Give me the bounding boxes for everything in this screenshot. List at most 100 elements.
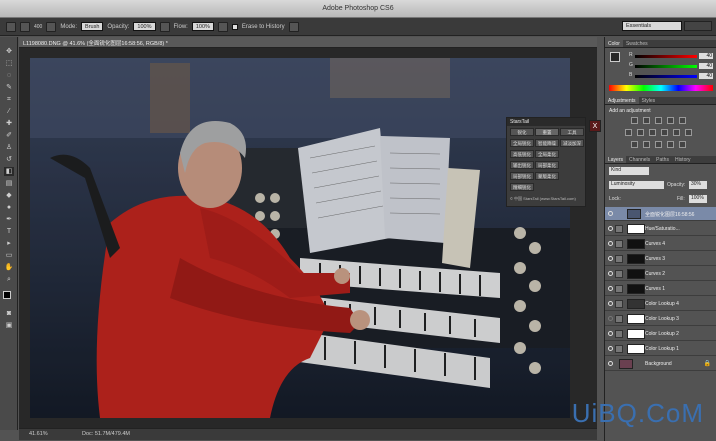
layer-row[interactable]: Curves 1	[605, 282, 716, 296]
r-value[interactable]: 40	[699, 53, 713, 59]
eye-icon[interactable]	[608, 211, 613, 216]
posterize-icon[interactable]	[643, 141, 650, 148]
eye-icon[interactable]	[608, 301, 613, 306]
type-tool-icon[interactable]: T	[4, 227, 14, 236]
starstail-btn-6[interactable]: 减淡加深	[560, 139, 584, 147]
quick-select-tool-icon[interactable]: ✎	[4, 83, 14, 92]
erase-to-history-checkbox[interactable]	[231, 23, 238, 30]
brush-panel-icon[interactable]	[46, 21, 57, 32]
gradient-tool-icon[interactable]: ▤	[4, 179, 14, 188]
gradient-map-icon[interactable]	[667, 141, 674, 148]
workspace-extra[interactable]	[684, 21, 712, 31]
fg-color-swatch[interactable]	[610, 52, 620, 62]
starstail-btn-9[interactable]: 输出锐化	[510, 161, 534, 169]
fill-input[interactable]: 100%	[689, 195, 707, 203]
starstail-btn-13[interactable]: 精细锐化	[510, 183, 534, 191]
opacity-input[interactable]: 100%	[133, 22, 156, 31]
starstail-btn-4[interactable]: 全局锐化	[510, 139, 534, 147]
eye-icon[interactable]	[608, 256, 613, 261]
hue-sat-icon[interactable]	[625, 129, 632, 136]
layer-row[interactable]: Hue/Saturatio...	[605, 222, 716, 236]
channel-mixer-icon[interactable]	[673, 129, 680, 136]
selective-color-icon[interactable]	[679, 141, 686, 148]
starstail-btn-7[interactable]: 高低锐化	[510, 150, 534, 158]
layer-row[interactable]: Color Lookup 4	[605, 297, 716, 311]
quick-mask-icon[interactable]: ◙	[4, 309, 14, 318]
pen-tool-icon[interactable]: ✒	[4, 215, 14, 224]
document-tab[interactable]: L1198080.DNG @ 41.6% (全面锐化图层16:58:56, RG…	[19, 37, 597, 48]
starstail-btn-1[interactable]: 锐化	[510, 128, 534, 136]
g-slider[interactable]	[635, 65, 697, 68]
layer-row[interactable]: Color Lookup 3	[605, 312, 716, 326]
tab-history[interactable]: History	[672, 156, 694, 163]
foreground-color-swatch[interactable]	[3, 291, 11, 299]
doc-size[interactable]: Doc: 51.7M/479.4M	[82, 431, 130, 437]
r-slider[interactable]	[635, 55, 697, 58]
screen-mode-icon[interactable]: ▣	[4, 321, 14, 330]
starstail-btn-2[interactable]: 重置	[535, 128, 559, 136]
color-spectrum[interactable]	[609, 85, 713, 91]
kind-filter[interactable]: Kind	[609, 167, 649, 175]
black-white-icon[interactable]	[649, 129, 656, 136]
eraser-tool-icon[interactable]: ◧	[4, 167, 14, 176]
hand-tool-icon[interactable]: ✋	[4, 263, 14, 272]
eye-icon[interactable]	[608, 271, 613, 276]
layer-opacity-input[interactable]: 30%	[689, 181, 707, 189]
history-brush-tool-icon[interactable]: ↺	[4, 155, 14, 164]
invert-icon[interactable]	[631, 141, 638, 148]
tab-adjustments[interactable]: Adjustments	[605, 97, 639, 104]
zoom-tool-icon[interactable]: ⌕	[4, 275, 14, 284]
blur-tool-icon[interactable]: ◆	[4, 191, 14, 200]
tab-paths[interactable]: Paths	[653, 156, 672, 163]
eye-icon[interactable]	[608, 346, 613, 351]
starstail-btn-8[interactable]: 全局柔化	[535, 150, 559, 158]
dodge-tool-icon[interactable]: ●	[4, 203, 14, 212]
layer-row[interactable]: 全面锐化图层16:58:56	[605, 207, 716, 221]
curves-icon[interactable]	[655, 117, 662, 124]
photo-filter-icon[interactable]	[661, 129, 668, 136]
path-select-tool-icon[interactable]: ▸	[4, 239, 14, 248]
eye-icon[interactable]	[608, 286, 613, 291]
color-lookup-icon[interactable]	[685, 129, 692, 136]
layer-row[interactable]: Curves 3	[605, 252, 716, 266]
layer-row[interactable]: Curves 4	[605, 237, 716, 251]
b-value[interactable]: 40	[699, 73, 713, 79]
eye-icon[interactable]	[608, 316, 613, 321]
brush-tool-icon[interactable]: ✐	[4, 131, 14, 140]
starstail-btn-5[interactable]: 智能降噪	[535, 139, 559, 147]
blend-mode-select[interactable]: Luminosity	[609, 181, 664, 189]
layer-row[interactable]: Background 🔒	[605, 357, 716, 371]
eye-icon[interactable]	[608, 241, 613, 246]
eye-icon[interactable]	[608, 226, 613, 231]
eye-icon[interactable]	[608, 331, 613, 336]
eyedropper-tool-icon[interactable]: ⁄	[4, 107, 14, 116]
lasso-tool-icon[interactable]: ◌	[4, 71, 14, 80]
zoom-level[interactable]: 41.61%	[29, 431, 48, 437]
layer-row[interactable]: Color Lookup 2	[605, 327, 716, 341]
shape-tool-icon[interactable]: ▭	[4, 251, 14, 260]
photo-canvas[interactable]	[30, 58, 570, 418]
starstail-btn-12[interactable]: 蒙版柔化	[535, 172, 559, 180]
tab-swatches[interactable]: Swatches	[623, 40, 651, 47]
stamp-tool-icon[interactable]: ♙	[4, 143, 14, 152]
eye-icon[interactable]	[608, 361, 613, 366]
healing-tool-icon[interactable]: ✚	[4, 119, 14, 128]
pressure-opacity-icon[interactable]	[159, 21, 170, 32]
move-tool-icon[interactable]: ✥	[4, 47, 14, 56]
tab-styles[interactable]: Styles	[639, 97, 659, 104]
color-balance-icon[interactable]	[637, 129, 644, 136]
brightness-icon[interactable]	[631, 117, 638, 124]
close-panel-icon[interactable]: X	[589, 120, 601, 132]
flow-input[interactable]: 100%	[191, 22, 214, 31]
g-value[interactable]: 40	[699, 63, 713, 69]
tab-layers[interactable]: Layers	[605, 156, 627, 163]
workspace-select[interactable]: Essentials	[622, 21, 682, 31]
eraser-tool-icon[interactable]	[6, 21, 16, 32]
threshold-icon[interactable]	[655, 141, 662, 148]
brush-preset-picker[interactable]	[20, 21, 30, 32]
exposure-icon[interactable]	[667, 117, 674, 124]
levels-icon[interactable]	[643, 117, 650, 124]
marquee-tool-icon[interactable]: ⬚	[4, 59, 14, 68]
layer-row[interactable]: Color Lookup 1	[605, 342, 716, 356]
tab-color[interactable]: Color	[605, 40, 623, 47]
